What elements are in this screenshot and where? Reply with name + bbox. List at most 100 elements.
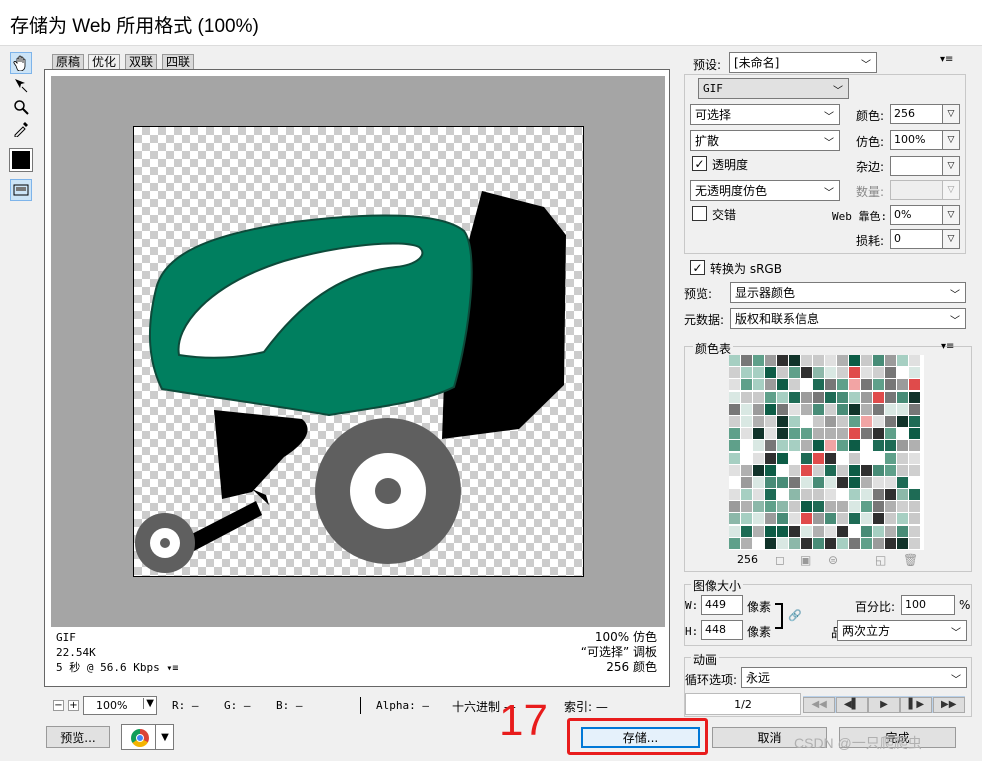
- color-swatch[interactable]: [837, 501, 849, 514]
- color-swatch[interactable]: [801, 464, 813, 477]
- color-swatch[interactable]: [765, 489, 777, 502]
- color-swatch[interactable]: [897, 525, 909, 538]
- color-swatch[interactable]: [789, 355, 801, 367]
- color-swatch[interactable]: [789, 489, 801, 502]
- color-swatch[interactable]: [777, 415, 789, 428]
- last-frame-icon[interactable]: ▶▶: [932, 696, 965, 713]
- lock-color-icon[interactable]: ⊜: [828, 553, 838, 567]
- color-swatch[interactable]: [825, 379, 837, 392]
- color-swatch[interactable]: [861, 537, 873, 550]
- color-swatch[interactable]: [837, 428, 849, 441]
- color-swatch[interactable]: [801, 501, 813, 514]
- color-swatch[interactable]: [873, 513, 885, 526]
- color-swatch[interactable]: [801, 525, 813, 538]
- slice-select-icon[interactable]: [10, 74, 32, 96]
- color-swatch[interactable]: [813, 355, 825, 367]
- eyedropper-color-swatch[interactable]: [9, 148, 33, 172]
- color-swatch[interactable]: [753, 489, 765, 502]
- color-swatch[interactable]: [813, 428, 825, 441]
- color-swatch[interactable]: [837, 415, 849, 428]
- color-swatch[interactable]: [909, 525, 921, 538]
- color-swatch[interactable]: [861, 428, 873, 441]
- color-swatch[interactable]: [753, 367, 765, 380]
- color-swatch[interactable]: [849, 476, 861, 489]
- color-swatch[interactable]: [741, 513, 753, 526]
- color-swatch[interactable]: [885, 489, 897, 502]
- color-swatch[interactable]: [849, 464, 861, 477]
- hand-tool-icon[interactable]: [10, 52, 32, 74]
- color-swatch[interactable]: [837, 489, 849, 502]
- color-swatch[interactable]: [813, 379, 825, 392]
- color-swatch[interactable]: [801, 391, 813, 404]
- color-swatch[interactable]: [897, 391, 909, 404]
- color-swatch[interactable]: [873, 452, 885, 465]
- color-swatch[interactable]: [873, 379, 885, 392]
- color-swatch[interactable]: [813, 513, 825, 526]
- color-swatch[interactable]: [897, 464, 909, 477]
- loop-options-select[interactable]: 永远 ﹀: [741, 667, 967, 688]
- color-swatch[interactable]: [873, 415, 885, 428]
- color-swatch[interactable]: [813, 391, 825, 404]
- color-swatch[interactable]: [765, 391, 777, 404]
- color-swatch[interactable]: [909, 391, 921, 404]
- color-swatch[interactable]: [777, 501, 789, 514]
- color-swatch[interactable]: [765, 440, 777, 453]
- color-swatch[interactable]: [741, 464, 753, 477]
- color-swatch[interactable]: [885, 391, 897, 404]
- color-swatch[interactable]: [909, 476, 921, 489]
- color-swatch[interactable]: [729, 367, 741, 380]
- format-select[interactable]: GIF ﹀: [698, 78, 849, 99]
- color-swatch[interactable]: [753, 525, 765, 538]
- tab-4up[interactable]: 四联: [162, 54, 195, 69]
- color-swatch[interactable]: [765, 525, 777, 538]
- color-swatch[interactable]: [909, 428, 921, 441]
- color-swatch[interactable]: [729, 379, 741, 392]
- color-swatch[interactable]: [813, 464, 825, 477]
- first-frame-icon[interactable]: ◀◀: [803, 696, 836, 713]
- color-swatch[interactable]: [813, 452, 825, 465]
- color-swatch[interactable]: [885, 367, 897, 380]
- color-swatch[interactable]: [861, 379, 873, 392]
- color-swatch[interactable]: [849, 513, 861, 526]
- color-swatch[interactable]: [729, 476, 741, 489]
- color-swatch[interactable]: [825, 403, 837, 416]
- color-swatch[interactable]: [789, 440, 801, 453]
- color-swatch[interactable]: [777, 367, 789, 380]
- color-swatch[interactable]: [777, 428, 789, 441]
- previous-frame-icon[interactable]: ◀▌: [835, 696, 868, 713]
- color-swatch[interactable]: [741, 379, 753, 392]
- color-swatch[interactable]: [849, 489, 861, 502]
- color-swatch[interactable]: [801, 440, 813, 453]
- color-swatch[interactable]: [729, 355, 741, 367]
- color-swatch[interactable]: [885, 464, 897, 477]
- color-swatch[interactable]: [753, 464, 765, 477]
- color-swatch[interactable]: [753, 513, 765, 526]
- menu-icon[interactable]: ▾≡: [166, 663, 178, 674]
- color-swatch[interactable]: [765, 513, 777, 526]
- color-swatch[interactable]: [861, 403, 873, 416]
- color-swatch[interactable]: [897, 428, 909, 441]
- color-swatch[interactable]: [897, 476, 909, 489]
- color-swatch[interactable]: [753, 391, 765, 404]
- color-swatch[interactable]: [837, 367, 849, 380]
- color-swatch[interactable]: [729, 428, 741, 441]
- color-swatch[interactable]: [753, 355, 765, 367]
- color-swatch[interactable]: [825, 513, 837, 526]
- color-swatch[interactable]: [885, 403, 897, 416]
- color-swatch[interactable]: [885, 428, 897, 441]
- color-swatch[interactable]: [849, 452, 861, 465]
- color-swatch[interactable]: [825, 452, 837, 465]
- color-swatch[interactable]: [777, 464, 789, 477]
- reduction-select[interactable]: 可选择 ﹀: [690, 104, 840, 125]
- color-swatch[interactable]: [813, 415, 825, 428]
- color-swatch[interactable]: [789, 525, 801, 538]
- height-field[interactable]: 448: [701, 620, 743, 640]
- color-swatch[interactable]: [741, 537, 753, 550]
- color-swatch[interactable]: [897, 379, 909, 392]
- color-swatch[interactable]: [837, 391, 849, 404]
- color-swatch[interactable]: [885, 379, 897, 392]
- panel-menu-icon[interactable]: ▾≡: [940, 54, 953, 65]
- color-swatch[interactable]: [777, 525, 789, 538]
- color-swatch[interactable]: [825, 464, 837, 477]
- color-swatch[interactable]: [837, 525, 849, 538]
